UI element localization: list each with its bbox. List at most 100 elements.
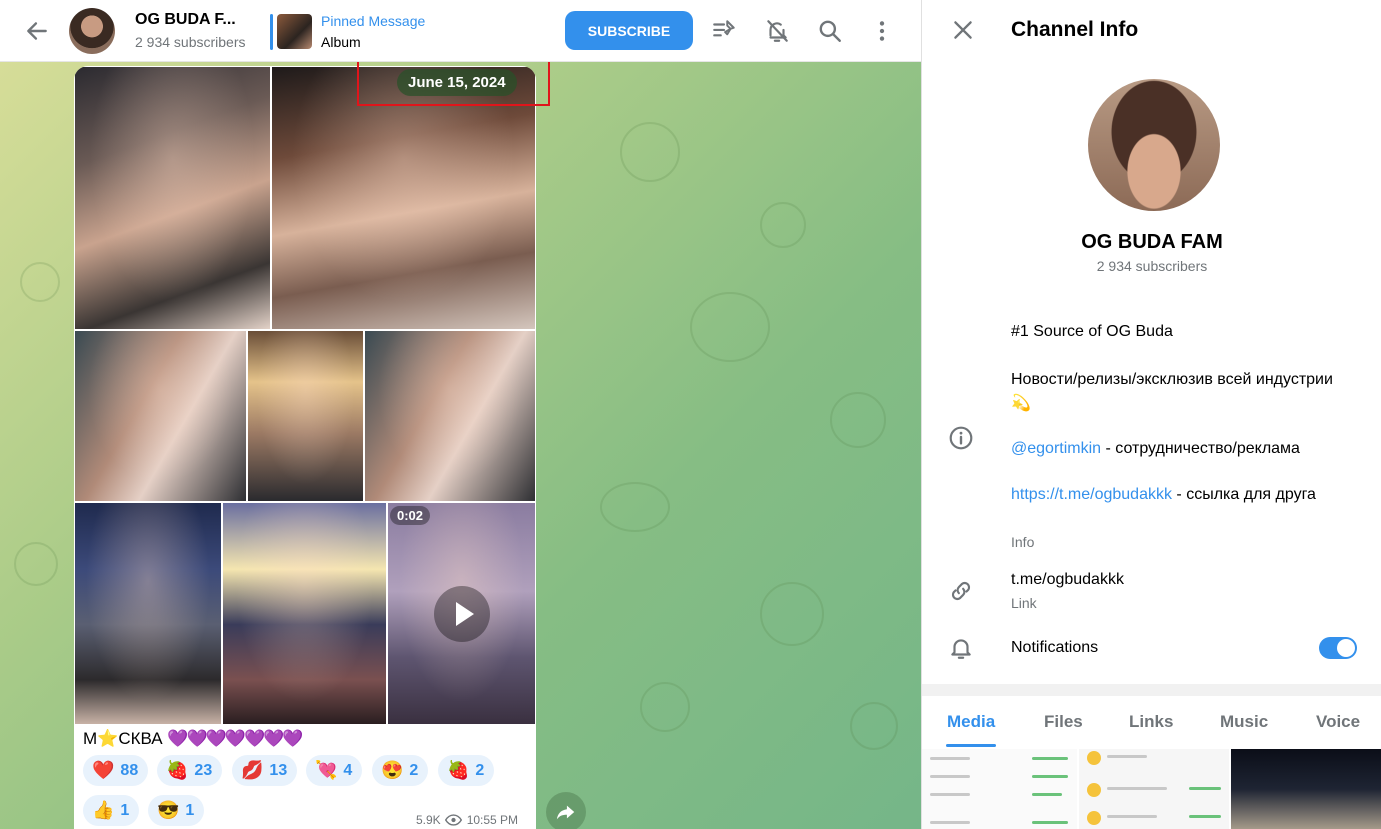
media-thumbnail[interactable] (1231, 749, 1381, 829)
description-emoji: 💫 (1011, 395, 1031, 412)
channel-subscribers: 2 934 subscribers (1096, 258, 1208, 274)
pinned-title: Pinned Message (321, 13, 426, 29)
pinned-text: Album (321, 34, 361, 50)
album-photo[interactable] (248, 331, 363, 501)
pinned-thumbnail (277, 14, 312, 49)
reaction-emoji: 🍓 (447, 760, 470, 780)
url-link[interactable]: https://t.me/ogbudakkk (1011, 486, 1172, 503)
notifications-toggle[interactable] (1319, 637, 1357, 659)
reaction-count: 4 (343, 761, 353, 779)
channel-title[interactable]: OG BUDA F... (135, 11, 236, 29)
channel-avatar[interactable] (69, 8, 115, 54)
album-photo[interactable] (272, 67, 535, 329)
pinned-indicator (270, 14, 273, 50)
back-arrow-icon[interactable] (24, 18, 50, 44)
panel-title: Channel Info (1011, 18, 1139, 41)
message-time: 10:55 PM (466, 813, 519, 827)
caption-prefix: М (83, 729, 98, 748)
view-count: 5.9K (416, 813, 441, 827)
wallpaper-doodle (690, 292, 770, 362)
reaction-count: 88 (120, 761, 139, 779)
tab-voice[interactable]: Voice (1316, 712, 1360, 732)
more-vertical-icon[interactable] (869, 18, 895, 44)
notifications-label: Notifications (1011, 639, 1099, 656)
wallpaper-doodle (850, 702, 898, 750)
channel-link[interactable]: t.me/ogbudakkk (1011, 568, 1341, 592)
channel-name: OG BUDA FAM (1081, 231, 1223, 253)
reaction-count: 1 (185, 801, 195, 819)
wallpaper-doodle (600, 482, 670, 532)
chat-header: OG BUDA F... 2 934 subscribers Pinned Me… (0, 0, 921, 62)
info-label: Info (1011, 534, 1035, 550)
wallpaper-doodle (830, 392, 886, 448)
album-message[interactable]: 0:02 (74, 66, 536, 829)
highlight-annotation (357, 57, 550, 106)
reaction-button[interactable]: 👍 1 (83, 795, 140, 826)
album-photo[interactable] (365, 331, 535, 501)
description-line: https://t.me/ogbudakkk - ссылка для друг… (1011, 486, 1316, 503)
reaction-button[interactable]: 😎 1 (148, 795, 205, 826)
channel-description: #1 Source of OG Buda Новости/релизы/экск… (1011, 320, 1341, 507)
album-photo[interactable] (75, 503, 221, 724)
reaction-emoji: 😍 (381, 760, 404, 780)
media-thumbnail[interactable] (922, 749, 1077, 829)
link-label: Link (1011, 595, 1037, 611)
eye-icon (444, 814, 462, 826)
reaction-count: 23 (194, 761, 213, 779)
chat-column: OG BUDA F... 2 934 subscribers Pinned Me… (0, 0, 921, 829)
wallpaper-doodle (20, 262, 60, 302)
description-line: Новости/релизы/эксклюзив всей индустрии … (1011, 371, 1333, 412)
wallpaper-doodle (14, 542, 58, 586)
reaction-count: 13 (269, 761, 288, 779)
message-meta: 5.9K 10:55 PM (416, 813, 518, 827)
search-icon[interactable] (817, 18, 843, 44)
pinned-list-icon[interactable] (711, 18, 737, 44)
album-photo[interactable] (75, 331, 246, 501)
wallpaper-doodle (620, 122, 680, 182)
tab-files[interactable]: Files (1044, 712, 1083, 732)
caption-hearts: 💜💜💜💜💜💜💜 (167, 729, 303, 748)
tab-links[interactable]: Links (1129, 712, 1173, 732)
reaction-button[interactable]: ❤️ 88 (83, 755, 149, 786)
wallpaper-doodle (760, 582, 824, 646)
reaction-button[interactable]: 😍 2 (372, 755, 429, 786)
reaction-emoji: 💋 (241, 760, 264, 780)
reaction-emoji: 🍓 (166, 760, 189, 780)
reaction-button[interactable]: 🍓 23 (157, 755, 223, 786)
video-duration: 0:02 (390, 506, 431, 525)
reaction-count: 2 (475, 761, 485, 779)
reaction-button[interactable]: 💋 13 (232, 755, 298, 786)
channel-subscribers: 2 934 subscribers (135, 34, 246, 50)
channel-profile-photo[interactable] (1088, 79, 1220, 211)
tab-media[interactable]: Media (947, 712, 995, 732)
reaction-button[interactable]: 💘 4 (306, 755, 363, 786)
album-photo[interactable] (223, 503, 386, 724)
mute-bell-icon[interactable] (764, 18, 790, 44)
close-icon[interactable] (950, 17, 976, 43)
album-photo[interactable] (75, 67, 270, 329)
mention-link[interactable]: @egortimkin (1011, 440, 1101, 457)
reaction-count: 2 (409, 761, 419, 779)
forward-button[interactable] (546, 792, 586, 829)
message-caption: М⭐СКВА 💜💜💜💜💜💜💜 (83, 729, 304, 749)
wallpaper-doodle (760, 202, 806, 248)
caption-star: ⭐ (97, 729, 119, 748)
subscribe-button[interactable]: SUBSCRIBE (565, 11, 693, 50)
link-icon (951, 581, 971, 601)
play-icon[interactable] (434, 586, 490, 642)
reaction-emoji: 💘 (315, 760, 338, 780)
reaction-emoji: ❤️ (92, 760, 115, 780)
forward-arrow-icon (556, 805, 575, 820)
active-tab-indicator (946, 744, 996, 747)
description-line: @egortimkin - сотрудничество/реклама (1011, 440, 1300, 457)
caption-word: СКВА (118, 729, 163, 748)
reaction-emoji: 😎 (157, 800, 180, 820)
reaction-count: 1 (120, 801, 130, 819)
info-icon (949, 426, 973, 450)
media-thumbnail[interactable] (1079, 749, 1229, 829)
reaction-button[interactable]: 🍓 2 (438, 755, 495, 786)
tab-music[interactable]: Music (1220, 712, 1268, 732)
section-divider (922, 684, 1381, 696)
channel-info-panel: Channel Info OG BUDA FAM 2 934 subscribe… (921, 0, 1381, 829)
description-line: #1 Source of OG Buda (1011, 323, 1173, 340)
